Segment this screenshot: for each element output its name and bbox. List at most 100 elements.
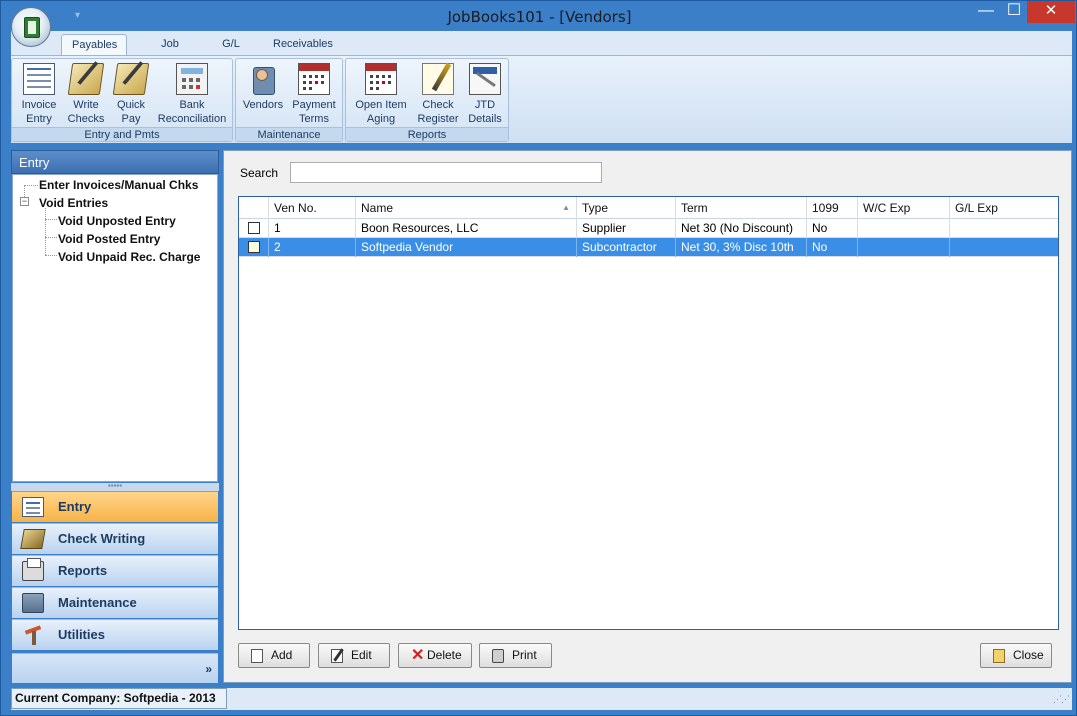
tab-gl[interactable]: G/L xyxy=(211,34,251,56)
cell-term: Net 30 (No Discount) xyxy=(676,219,807,238)
nav-entry-button[interactable]: Entry xyxy=(12,491,218,522)
tab-payables[interactable]: Payables xyxy=(61,34,127,56)
table-row-selected[interactable]: 2 Softpedia Vendor Subcontractor Net 30,… xyxy=(239,238,1058,257)
quick-pay-label: Quick xyxy=(116,99,146,111)
splitter-grip[interactable]: ▪▪▪▪▪ xyxy=(11,482,219,491)
new-document-icon xyxy=(251,649,263,663)
column-header-name-label: Name xyxy=(361,201,394,215)
payment-terms-label: Payment xyxy=(292,99,336,111)
tools-icon xyxy=(22,625,44,645)
nav-reports-label: Reports xyxy=(58,563,108,578)
jtd-details-button[interactable]: JTD Details xyxy=(464,61,506,126)
cell-gl-exp xyxy=(950,219,1058,238)
collapse-icon[interactable]: − xyxy=(20,197,29,206)
sort-ascending-icon: ▲ xyxy=(562,203,570,212)
row-checkbox[interactable] xyxy=(248,241,260,253)
check-register-label-2: Register xyxy=(417,113,459,125)
column-header-type[interactable]: Type xyxy=(577,197,676,219)
invoice-entry-label: Invoice xyxy=(21,99,57,111)
ribbon: Invoice Entry Write Checks Quick Pay Ban… xyxy=(11,55,1072,143)
cell-ven-no: 2 xyxy=(269,238,356,257)
ribbon-tab-strip: Payables Job Cost G/L Receivables ‒ ▭ ✕ xyxy=(11,31,1072,80)
nav-maintenance-button[interactable]: Maintenance xyxy=(12,587,218,618)
resize-grip-icon[interactable]: ⋰⋰ xyxy=(1053,694,1070,705)
column-header-gl-exp[interactable]: G/L Exp xyxy=(950,197,1058,219)
edit-button-label: Edit xyxy=(351,648,372,662)
folder-icon xyxy=(993,649,1005,663)
row-checkbox[interactable] xyxy=(248,222,260,234)
quick-pay-label-2: Pay xyxy=(121,113,141,125)
tree-item-void-unpaid-rec-charge[interactable]: Void Unpaid Rec. Charge xyxy=(58,250,200,264)
print-button[interactable]: Print xyxy=(479,643,552,668)
nav-overflow-chevron-icon[interactable]: » xyxy=(12,653,218,683)
open-item-aging-label: Open Item xyxy=(355,99,407,111)
cell-wc-exp xyxy=(858,238,950,257)
search-label: Search xyxy=(240,166,279,180)
check-register-label: Check xyxy=(422,99,454,111)
minimize-button[interactable]: — xyxy=(971,1,1001,23)
bank-reconciliation-label-2: Reconciliation xyxy=(157,113,227,125)
nav-entry-label: Entry xyxy=(58,499,92,514)
vendors-button[interactable]: Vendors xyxy=(240,61,286,112)
column-header-1099[interactable]: 1099 xyxy=(807,197,858,219)
column-header-select[interactable] xyxy=(239,197,269,219)
invoice-entry-button[interactable]: Invoice Entry xyxy=(16,61,62,126)
tree-item-void-entries[interactable]: Void Entries xyxy=(39,196,108,210)
write-checks-label-2: Checks xyxy=(67,113,105,125)
payment-terms-button[interactable]: Payment Terms xyxy=(288,61,340,126)
add-button[interactable]: Add xyxy=(238,643,310,668)
close-button[interactable]: Close xyxy=(980,643,1052,668)
cell-name: Softpedia Vendor xyxy=(356,238,577,257)
edit-icon xyxy=(331,649,343,663)
jtd-details-label: JTD xyxy=(474,99,496,111)
tree-item-enter-invoices[interactable]: Enter Invoices/Manual Chks xyxy=(39,178,198,192)
cell-type: Supplier xyxy=(577,219,676,238)
column-header-term[interactable]: Term xyxy=(676,197,807,219)
ribbon-group-label: Maintenance xyxy=(236,127,342,141)
payment-terms-icon xyxy=(298,63,330,95)
vendors-icon xyxy=(247,63,279,95)
open-item-aging-button[interactable]: Open Item Aging xyxy=(350,61,412,126)
open-item-aging-icon xyxy=(365,63,397,95)
entry-tree: Enter Invoices/Manual Chks − Void Entrie… xyxy=(12,174,218,482)
app-menu-button[interactable] xyxy=(11,7,51,47)
search-input[interactable] xyxy=(290,162,602,183)
maintenance-icon xyxy=(22,593,44,613)
jtd-details-label-2: Details xyxy=(468,113,502,125)
app-window: ▾ JobBooks101 - [Vendors] — ☐ ✕ Payables… xyxy=(0,0,1077,716)
tree-connector xyxy=(45,237,57,238)
app-logo-icon xyxy=(24,17,40,38)
ribbon-group-label: Reports xyxy=(346,127,508,141)
grid-header: Ven No. Name ▲ Type Term 1099 W/C Exp G/… xyxy=(239,197,1058,219)
bank-reconciliation-button[interactable]: Bank Reconciliation xyxy=(154,61,230,126)
edit-button[interactable]: Edit xyxy=(318,643,390,668)
jtd-details-icon xyxy=(469,63,501,95)
row-select-cell xyxy=(239,238,269,257)
tab-job-cost[interactable]: Job Cost xyxy=(139,34,201,70)
column-header-ven-no[interactable]: Ven No. xyxy=(269,197,356,219)
open-item-aging-label-2: Aging xyxy=(366,113,396,125)
tree-connector xyxy=(45,208,46,255)
check-register-button[interactable]: Check Register xyxy=(414,61,462,126)
nav-utilities-button[interactable]: Utilities xyxy=(12,619,218,650)
title-bar: ▾ JobBooks101 - [Vendors] — ☐ ✕ xyxy=(1,1,1076,31)
cell-term: Net 30, 3% Disc 10th xyxy=(676,238,807,257)
delete-button[interactable]: ✕ Delete xyxy=(398,643,472,668)
tree-item-void-posted-entry[interactable]: Void Posted Entry xyxy=(58,232,160,246)
tree-item-void-unposted-entry[interactable]: Void Unposted Entry xyxy=(58,214,176,228)
vendors-grid: Ven No. Name ▲ Type Term 1099 W/C Exp G/… xyxy=(238,196,1059,630)
maximize-button[interactable]: ☐ xyxy=(1001,1,1027,23)
tab-receivables[interactable]: Receivables xyxy=(263,34,339,56)
nav-reports-button[interactable]: Reports xyxy=(12,555,218,586)
window-title: JobBooks101 - [Vendors] xyxy=(447,8,632,26)
write-checks-button[interactable]: Write Checks xyxy=(64,61,108,126)
column-header-wc-exp[interactable]: W/C Exp xyxy=(858,197,950,219)
table-row[interactable]: 1 Boon Resources, LLC Supplier Net 30 (N… xyxy=(239,219,1058,238)
status-bar: Current Company: Softpedia - 2013 ⋰⋰ xyxy=(11,688,1072,710)
cell-ven-no: 1 xyxy=(269,219,356,238)
nav-check-writing-button[interactable]: Check Writing xyxy=(12,523,218,554)
column-header-name[interactable]: Name ▲ xyxy=(356,197,577,219)
quick-pay-button[interactable]: Quick Pay xyxy=(110,61,152,126)
close-window-button[interactable]: ✕ xyxy=(1027,1,1075,23)
vendors-label: Vendors xyxy=(242,99,284,111)
